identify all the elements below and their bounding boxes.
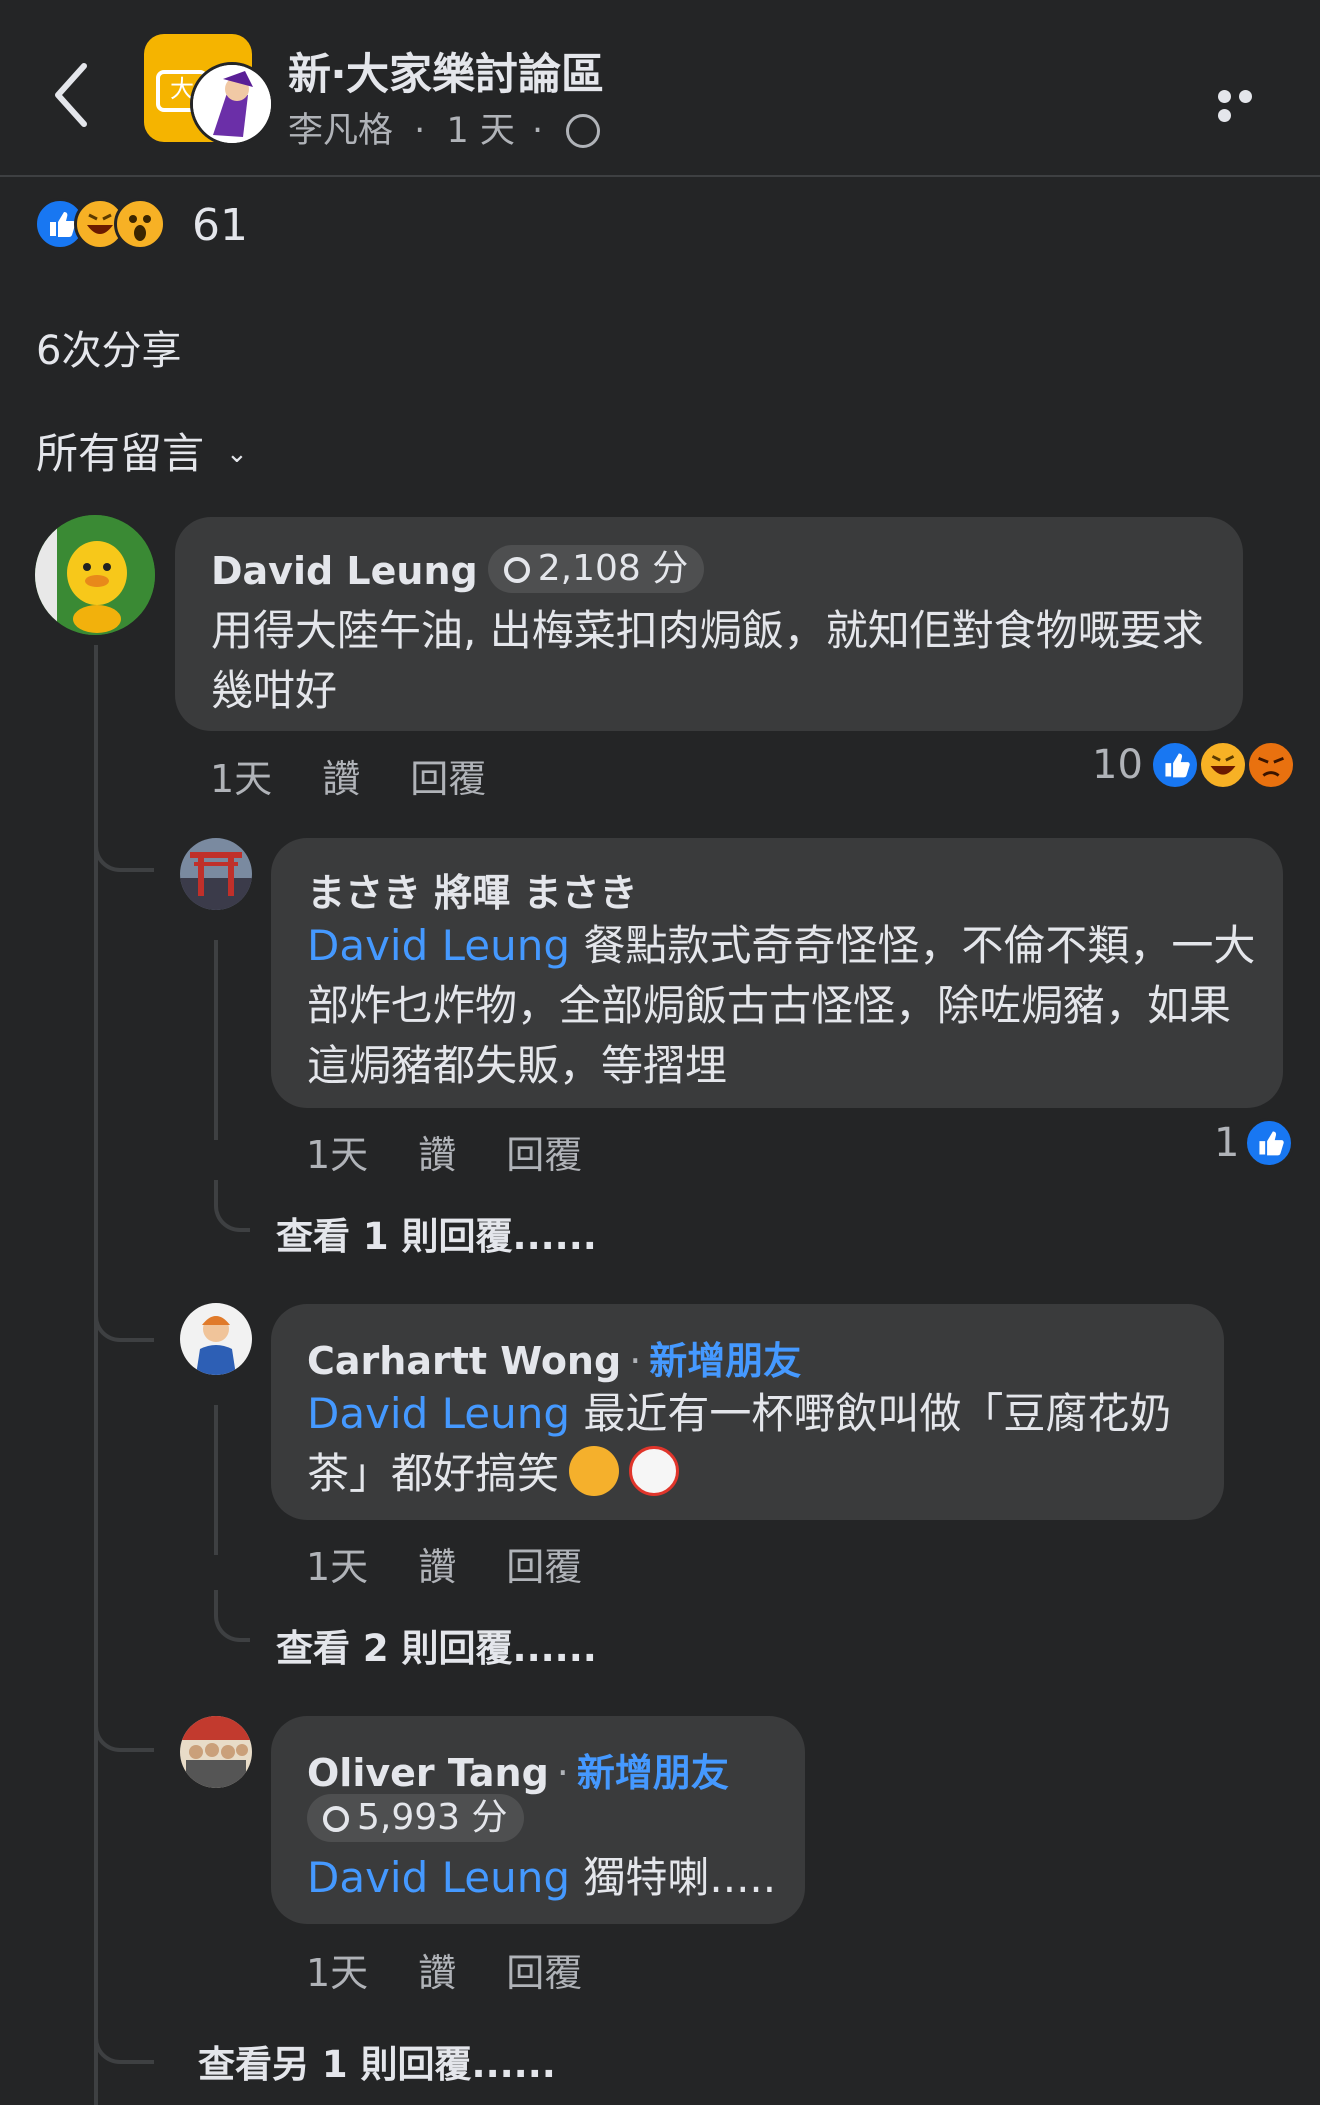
thread-connector <box>94 1700 154 1752</box>
clown-emoji <box>629 1446 680 1496</box>
post-reactions[interactable]: 61 <box>34 198 274 254</box>
reply-body: 獨特喇..... <box>570 1853 777 1902</box>
share-count[interactable]: 6次分享 <box>36 318 181 376</box>
mention-link[interactable]: David Leung <box>307 1853 570 1902</box>
like-icon <box>1244 1118 1294 1168</box>
badge-label: 5,993 分 <box>357 1797 508 1838</box>
reaction-count: 1 <box>1214 1120 1240 1166</box>
separator: · <box>556 1751 569 1795</box>
reply-actions: 1天 讚 回覆 <box>306 1536 632 1591</box>
points-badge[interactable]: 2,108 分 <box>487 545 705 593</box>
reply-text: David Leung 最近有一杯嘢飲叫做「豆腐花奶茶」都好搞笑 <box>307 1384 1197 1504</box>
like-button[interactable]: 讚 <box>418 1545 456 1589</box>
view-replies-link[interactable]: 查看 1 則回覆...... <box>276 1206 597 1260</box>
comment-time[interactable]: 1天 <box>210 757 272 801</box>
badge-label: 2,108 分 <box>537 548 689 589</box>
reply-actions: 1天 讚 回覆 <box>306 1124 632 1179</box>
mention-link[interactable]: David Leung <box>307 1389 570 1438</box>
like-icon <box>1150 740 1200 790</box>
reply-bubble[interactable]: Carhartt Wong · 新增朋友 David Leung 最近有一杯嘢飲叫做… <box>271 1304 1224 1520</box>
reply-button[interactable]: 回覆 <box>506 1545 582 1589</box>
add-friend-link[interactable]: 新增朋友 <box>577 1751 729 1795</box>
laughing-cat-emoji <box>569 1446 620 1496</box>
comment-bubble[interactable]: David Leung 2,108 分 用得大陸午油, 出梅菜扣肉焗飯，就知佢對食… <box>175 517 1243 731</box>
reply-thread-connector <box>214 1180 250 1232</box>
like-button[interactable]: 讚 <box>418 1951 456 1995</box>
reply-author[interactable]: まさき 將暉 まさき <box>307 862 637 917</box>
author-name[interactable]: David Leung <box>211 549 478 593</box>
thread-connector <box>94 820 154 872</box>
reply-text: David Leung 餐點款式奇奇怪怪，不倫不類，一大部炸乜炸物，全部焗飯古古… <box>307 916 1257 1096</box>
trophy-icon <box>323 1806 349 1832</box>
wow-icon <box>114 198 166 250</box>
haha-icon <box>1198 740 1248 790</box>
reply-thread-line <box>214 1405 218 1555</box>
reply-reactions[interactable]: 1 <box>1214 1116 1294 1172</box>
replier-avatar[interactable] <box>180 1303 252 1375</box>
reply-text: David Leung 獨特喇..... <box>307 1848 787 1908</box>
like-button[interactable]: 讚 <box>322 757 360 801</box>
view-replies-link[interactable]: 查看 2 則回覆...... <box>276 1618 597 1672</box>
reply-author-line: Carhartt Wong · 新增朋友 <box>307 1330 801 1385</box>
replier-avatar[interactable] <box>180 1716 252 1788</box>
comment-author[interactable]: David Leung 2,108 分 <box>211 545 705 593</box>
comment-text: 用得大陸午油, 出梅菜扣肉焗飯，就知佢對食物嘅要求幾咁好 <box>211 606 1204 715</box>
thread-connector <box>94 2012 154 2064</box>
view-more-replies-link[interactable]: 查看另 1 則回覆...... <box>198 2034 556 2088</box>
angry-icon <box>1246 740 1296 790</box>
chevron-down-icon: ⌄ <box>226 439 248 469</box>
reply-thread-line <box>214 940 218 1140</box>
reply-button[interactable]: 回覆 <box>410 757 486 801</box>
separator: · <box>629 1339 642 1383</box>
commenter-avatar[interactable] <box>35 515 155 635</box>
comment-reactions[interactable]: 10 <box>1092 738 1302 794</box>
meta-separator: · <box>414 111 426 151</box>
thread-connector <box>94 1290 154 1342</box>
reply-time[interactable]: 1天 <box>306 1133 368 1177</box>
globe-icon <box>566 114 601 148</box>
reaction-count[interactable]: 61 <box>192 200 248 251</box>
reply-button[interactable]: 回覆 <box>506 1951 582 1995</box>
mention-link[interactable]: David Leung <box>307 921 570 970</box>
poster-name[interactable]: 李凡格 <box>288 111 393 151</box>
poster-avatar[interactable] <box>190 62 274 146</box>
reply-author[interactable]: Oliver Tang <box>307 1751 549 1795</box>
like-button[interactable]: 讚 <box>418 1133 456 1177</box>
reply-time[interactable]: 1天 <box>306 1951 368 1995</box>
reply-actions: 1天 讚 回覆 <box>306 1942 632 1997</box>
add-friend-link[interactable]: 新增朋友 <box>649 1339 801 1383</box>
comment-actions: 1天 讚 回覆 <box>210 748 536 803</box>
meta-separator: · <box>531 111 544 151</box>
reply-author[interactable]: Carhartt Wong <box>307 1339 621 1383</box>
more-icon[interactable] <box>1218 88 1278 122</box>
reaction-count: 10 <box>1092 742 1143 788</box>
thread-line <box>94 645 98 2105</box>
post-time[interactable]: 1 天 <box>446 111 514 151</box>
points-badge[interactable]: 5,993 分 <box>307 1794 524 1842</box>
filter-label: 所有留言 <box>36 429 205 478</box>
back-icon[interactable] <box>50 60 90 130</box>
group-name[interactable]: 新‧大家樂討論區 <box>288 40 604 102</box>
replier-avatar[interactable] <box>180 838 252 910</box>
reply-time[interactable]: 1天 <box>306 1545 368 1589</box>
badge-icon <box>503 557 530 583</box>
reply-thread-connector <box>214 1590 250 1642</box>
comment-filter[interactable]: 所有留言 ⌄ <box>36 420 248 481</box>
reply-bubble[interactable]: Oliver Tang · 新增朋友 5,993 分 David Leung 獨特喇… <box>271 1716 805 1924</box>
reply-bubble[interactable]: まさき 將暉 まさき David Leung 餐點款式奇奇怪怪，不倫不類，一大部… <box>271 838 1283 1108</box>
reply-author-line: Oliver Tang · 新增朋友 <box>307 1742 729 1797</box>
reply-button[interactable]: 回覆 <box>506 1133 582 1177</box>
post-meta: 李凡格 · 1 天 · <box>288 102 601 153</box>
